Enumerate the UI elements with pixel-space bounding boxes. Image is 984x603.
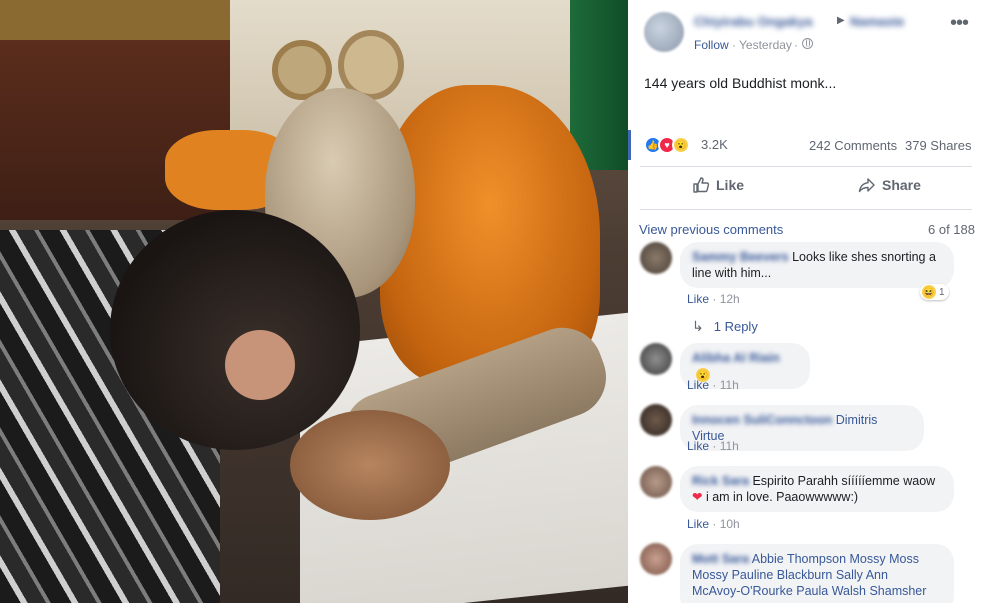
mentioned-users[interactable]: McAvoy-O'Rourke Paula Walsh Shamsher <box>692 584 926 598</box>
like-button[interactable]: Like <box>692 176 744 194</box>
comment-bubble: Mott Sara Abbie Thompson Mossy Moss Moss… <box>680 544 954 603</box>
commenter-name[interactable]: Mott Sara <box>692 552 749 566</box>
more-horizontal-icon[interactable]: ••• <box>950 12 969 35</box>
reaction-count[interactable]: 3.2K <box>701 137 728 152</box>
meta-separator: · <box>712 378 720 392</box>
comment-text: Espirito Parahh síííííemme waow <box>752 474 936 488</box>
post-side-panel: Chiyirabu Ongakya ▶ Namaste Follow · Yes… <box>628 0 984 603</box>
meta-separator: · <box>712 292 720 306</box>
comment-time[interactable]: 11h <box>720 378 739 392</box>
comment-like-link[interactable]: Like <box>687 378 709 392</box>
comment-reaction-count: 1 <box>939 286 945 298</box>
commenter-name[interactable]: Alibha Al Riain <box>692 351 780 365</box>
target-page-name[interactable]: Namaste <box>850 14 904 29</box>
heart-emoji-icon: ❤ <box>692 490 703 504</box>
divider <box>640 166 972 167</box>
meta-separator: · <box>794 38 798 52</box>
wow-reaction-icon: 😮 <box>672 136 690 154</box>
comments-page-count: 6 of 188 <box>928 222 975 237</box>
commenter-name[interactable]: Rick Sara <box>692 474 749 488</box>
share-arrow-icon <box>858 178 875 193</box>
globe-icon <box>802 38 813 49</box>
reactions-bar: 👍 ♥ 😮 3.2K 242 Comments 379 Shares <box>628 128 984 162</box>
meta-separator: · <box>712 439 720 453</box>
share-button[interactable]: Share <box>858 176 921 194</box>
comment-like-link[interactable]: Like <box>687 439 709 453</box>
comment-like-link[interactable]: Like <box>687 292 709 306</box>
commenter-name[interactable]: Innocen SuliConnctoon <box>692 413 832 427</box>
photo-hands <box>290 410 450 520</box>
comment-bubble: Rick Sara Espirito Parahh síííííemme wao… <box>680 466 954 512</box>
comment-like-link[interactable]: Like <box>687 517 709 531</box>
comment-time[interactable]: 12h <box>720 292 740 306</box>
author-name[interactable]: Chiyirabu Ongakya <box>694 14 812 29</box>
mentioned-users[interactable]: Abbie Thompson Mossy Moss <box>752 552 919 566</box>
meta-separator: · <box>732 38 736 52</box>
view-replies-link[interactable]: ↳ 1 Reply <box>692 318 758 335</box>
commenter-name[interactable]: Sammy Beevers <box>692 250 789 264</box>
photo-green-curtain <box>570 0 628 170</box>
thumbs-up-icon <box>693 177 710 193</box>
comments-count[interactable]: 242 Comments <box>809 138 897 153</box>
comment-time[interactable]: 10h <box>720 517 740 531</box>
post-header: Chiyirabu Ongakya ▶ Namaste Follow · Yes… <box>628 0 984 66</box>
share-label: Share <box>882 177 921 193</box>
commenter-avatar[interactable] <box>640 343 672 375</box>
meta-separator: · <box>712 517 720 531</box>
divider <box>640 209 972 210</box>
haha-reaction-icon: 😆 <box>922 285 936 299</box>
post-timestamp[interactable]: Yesterday <box>739 38 792 52</box>
post-text: 144 years old Buddhist monk... <box>644 75 837 91</box>
commenter-avatar[interactable] <box>640 543 672 575</box>
comment-meta: Like · 10h <box>687 517 740 531</box>
commenter-avatar[interactable] <box>640 242 672 274</box>
comment-meta: Like · 11h <box>687 378 739 392</box>
commenter-avatar[interactable] <box>640 466 672 498</box>
comment-text-line-2: i am in love. Paaowwwww:) <box>705 490 859 504</box>
photo-man-head <box>110 210 360 450</box>
comment-meta: Like · 12h <box>687 292 740 306</box>
comment-time[interactable]: 11h <box>720 439 739 453</box>
comment-reaction-badge[interactable]: 😆 1 <box>920 284 949 300</box>
shares-count[interactable]: 379 Shares <box>905 138 972 153</box>
like-label: Like <box>716 177 745 193</box>
post-actions: Like Share <box>628 170 984 206</box>
replies-count: 1 Reply <box>713 319 758 334</box>
reply-arrow-icon: ↳ <box>692 318 704 334</box>
mentioned-users[interactable]: Mossy Pauline Blackburn Sally Ann <box>692 568 888 582</box>
post-photo[interactable] <box>0 0 628 603</box>
view-previous-comments-link[interactable]: View previous comments <box>639 222 783 237</box>
photo-ear <box>225 330 295 400</box>
reaction-icons[interactable]: 👍 ♥ 😮 <box>644 136 700 154</box>
author-avatar[interactable] <box>644 12 684 52</box>
commenter-avatar[interactable] <box>640 404 672 436</box>
follow-link[interactable]: Follow <box>694 38 729 52</box>
comment-bubble: Sammy Beevers Looks like shes snorting a… <box>680 242 954 288</box>
comment-meta: Like · 11h <box>687 439 739 453</box>
caret-right-icon: ▶ <box>837 15 845 26</box>
